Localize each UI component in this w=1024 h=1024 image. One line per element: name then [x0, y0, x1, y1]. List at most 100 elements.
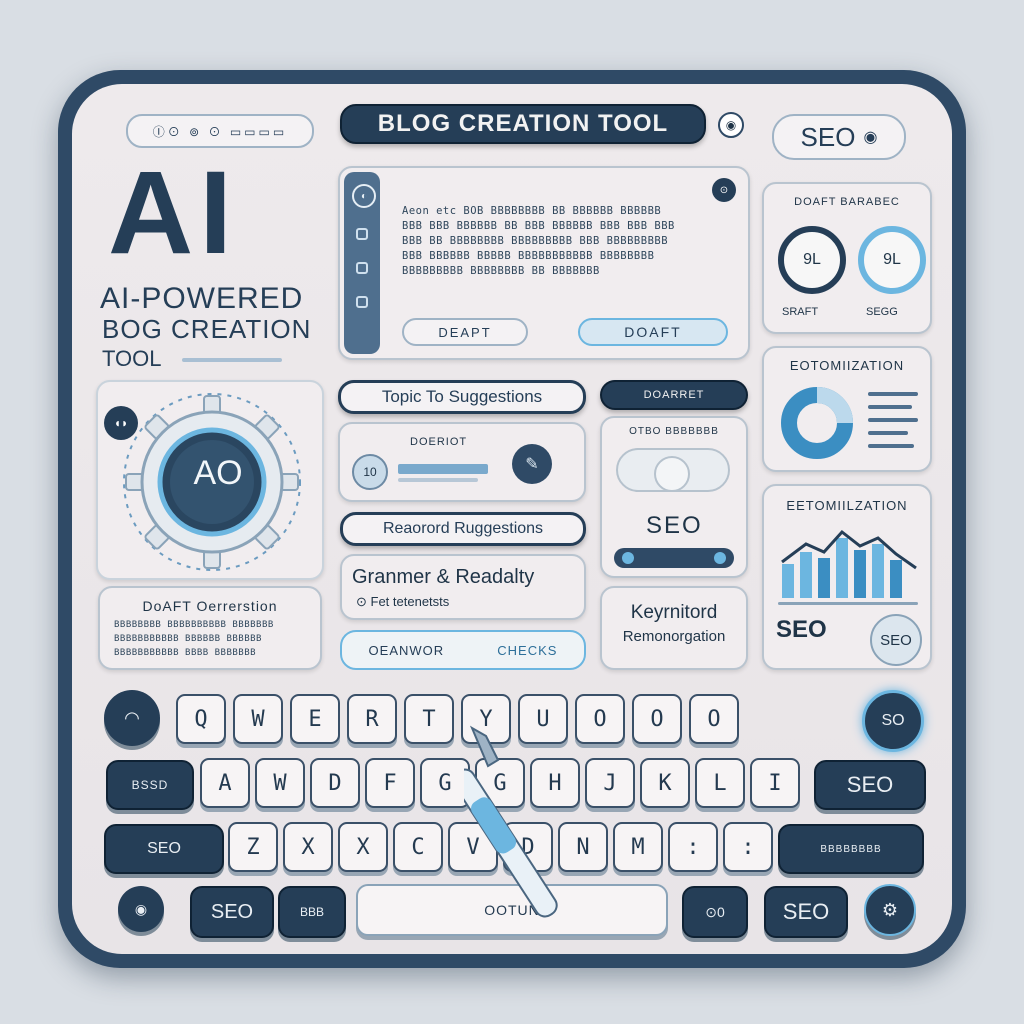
draft-balance-panel: DOAFT BARABEC 9L 9L SRAFT SEGG — [762, 182, 932, 334]
draft-line: BBBBBBBBB BBBBBBBB BB BBBBBBB — [402, 265, 600, 277]
close-icon[interactable]: ⊙ — [712, 178, 736, 202]
key-r1-0[interactable]: Q — [176, 694, 226, 744]
topic-chip[interactable]: 10 — [352, 454, 388, 490]
optimization-title-2: EETOMIILZATION — [786, 498, 908, 513]
grammar-btn-2[interactable]: CHECKS — [497, 643, 557, 658]
grammar-btn-1[interactable]: OEANWOR — [369, 643, 445, 658]
seo-mid-tab[interactable]: DOARRET — [600, 380, 748, 410]
draft-card-line: BBBBBBBBBBB BBBB BBBBBBB — [114, 648, 257, 658]
hero-ai-text: AI — [108, 147, 238, 279]
key-r3-9[interactable]: : — [723, 822, 773, 872]
grammar-checks-bar[interactable]: OEANWOR CHECKS — [340, 630, 586, 670]
key-r2-9[interactable]: L — [695, 758, 745, 808]
key-r1-1[interactable]: W — [233, 694, 283, 744]
info-icon[interactable]: ◉ — [718, 112, 744, 138]
draft-button-2[interactable]: DOAFT — [578, 318, 728, 346]
key-r2-1[interactable]: W — [255, 758, 305, 808]
legend-lines — [868, 392, 918, 448]
stylus-icon — [464, 725, 558, 918]
opt2-seo-1[interactable]: SEO — [776, 616, 827, 644]
draft-line: BBB BBBBBB BBBBB BBBBBBBBBBB BBBBBBBB — [402, 250, 655, 262]
seo-button[interactable]: SEO ◉ — [772, 114, 906, 160]
draft-line: BBB BB BBBBBBBB BBBBBBBBB BBB BBBBBBBBB — [402, 235, 669, 247]
right-low-key[interactable]: BBBBBBBB — [778, 824, 924, 874]
grammar-title: Granmer & Readalty — [352, 566, 535, 588]
donut-chart-icon — [781, 387, 853, 459]
optimization-panel-2: EETOMIILZATION SEO SEO — [762, 484, 932, 670]
key-r2-3[interactable]: F — [365, 758, 415, 808]
draft-editor[interactable]: ◐ ⊙ Aeon etc BOB BBBBBBBB BB BBBBBB BBBB… — [338, 166, 750, 360]
draft-line: BBB BBB BBBBBB BB BBB BBBBBB BBB BBB BBB — [402, 220, 675, 232]
gear-label: AO — [193, 454, 243, 492]
opt2-seo-2[interactable]: SEO — [870, 614, 922, 666]
search-icon[interactable]: ◐ — [352, 184, 376, 208]
key-r1-4[interactable]: T — [404, 694, 454, 744]
draft-card-lines: BBBBBBBB BBBBBBBBBB BBBBBBB BBBBBBBBBBB … — [114, 618, 274, 660]
topic-suggestions-title: Topic To Suggestions — [338, 380, 586, 414]
settings-icon[interactable]: ⚙ — [864, 884, 916, 936]
topic-bar — [398, 464, 488, 474]
keyword-card-line1: Keyrnitord — [630, 602, 718, 623]
gear-panel: ◖◗ AO — [96, 380, 324, 580]
hero-line3: TOOL — [102, 346, 162, 371]
key-r2-2[interactable]: D — [310, 758, 360, 808]
editor-toolbar: ◐ — [344, 172, 380, 354]
bottom-left-round-key[interactable]: ◉ — [118, 886, 164, 932]
seo-mid-sub: OTBO BBBBBBB — [629, 426, 719, 437]
speedometer-key[interactable]: ◠ — [104, 690, 160, 746]
bottom-key-3[interactable]: ⊙0 — [682, 886, 748, 938]
top-left-strip[interactable]: Ⓘ⊙ ⊚ ⊙ ▭▭▭▭ — [126, 114, 314, 148]
key-r2-10[interactable]: I — [750, 758, 800, 808]
bottom-seo-key-2[interactable]: SEO — [764, 886, 848, 938]
seo-button-label: SEO — [800, 121, 856, 152]
toolbar-icon[interactable] — [356, 228, 368, 240]
hero-line1: AI-POWERED — [100, 282, 304, 315]
gauge-1[interactable]: 9L — [778, 226, 846, 294]
bottom-key-2[interactable]: BBB — [278, 886, 346, 938]
keyword-suggestions-title: Reaorord Ruggestions — [340, 512, 586, 546]
key-r1-3[interactable]: R — [347, 694, 397, 744]
hero-underline — [182, 358, 282, 362]
topic-bar-2 — [398, 478, 478, 482]
key-r3-3[interactable]: C — [393, 822, 443, 872]
topic-inner-label: DOERIOT — [410, 436, 468, 448]
bottom-seo-key[interactable]: SEO — [190, 886, 274, 938]
key-r2-4[interactable]: G — [420, 758, 470, 808]
gauge-2[interactable]: 9L — [858, 226, 926, 294]
toolbar-icon[interactable] — [356, 262, 368, 274]
key-r1-9[interactable]: O — [689, 694, 739, 744]
grammar-sub: ⊙ Fet tetenetsts — [356, 594, 450, 609]
toggle-knob — [654, 456, 690, 492]
panel-title: DOAFT BARABEC — [794, 196, 900, 208]
slider-dot — [714, 552, 726, 564]
draft-button[interactable]: DEAPT — [402, 318, 528, 346]
grammar-card[interactable]: Granmer & Readalty ⊙ Fet tetenetsts — [340, 554, 586, 620]
toggle-widget[interactable] — [616, 448, 730, 492]
seo-mid-card[interactable]: OTBO BBBBBBB SEO — [600, 416, 748, 578]
draft-text: Aeon etc BOB BBBBBBBB BB BBBBBB BBBBBB B… — [402, 204, 675, 279]
left-mid-key[interactable]: BSSD — [106, 760, 194, 810]
topic-card[interactable]: DOERIOT 10 ✎ — [338, 422, 586, 502]
top-right-key[interactable]: SO — [862, 690, 924, 752]
draft-generation-card[interactable]: DoAFT Oerrerstion BBBBBBBB BBBBBBBBBB BB… — [98, 586, 322, 670]
key-r3-0[interactable]: Z — [228, 822, 278, 872]
keyword-card[interactable]: Keyrnitord Remonorgation — [600, 586, 748, 670]
left-low-key[interactable]: SEO — [104, 824, 224, 874]
key-r3-1[interactable]: X — [283, 822, 333, 872]
chart-axis — [778, 602, 918, 605]
seo-mid-label: SEO — [646, 512, 703, 539]
key-r2-0[interactable]: A — [200, 758, 250, 808]
slider-dot — [622, 552, 634, 564]
seo-slider[interactable] — [614, 548, 734, 568]
right-mid-key[interactable]: SEO — [814, 760, 926, 810]
edit-icon[interactable]: ✎ — [512, 444, 552, 484]
page-title: BLOG CREATION TOOL — [340, 104, 706, 144]
key-r3-8[interactable]: : — [668, 822, 718, 872]
toolbar-icon[interactable] — [356, 296, 368, 308]
key-r2-8[interactable]: K — [640, 758, 690, 808]
eye-icon: ◉ — [863, 129, 878, 146]
gauge-2-label: SEGG — [866, 306, 898, 318]
key-r3-2[interactable]: X — [338, 822, 388, 872]
key-r1-2[interactable]: E — [290, 694, 340, 744]
draft-card-title: DoAFT Oerrerstion — [142, 598, 278, 614]
